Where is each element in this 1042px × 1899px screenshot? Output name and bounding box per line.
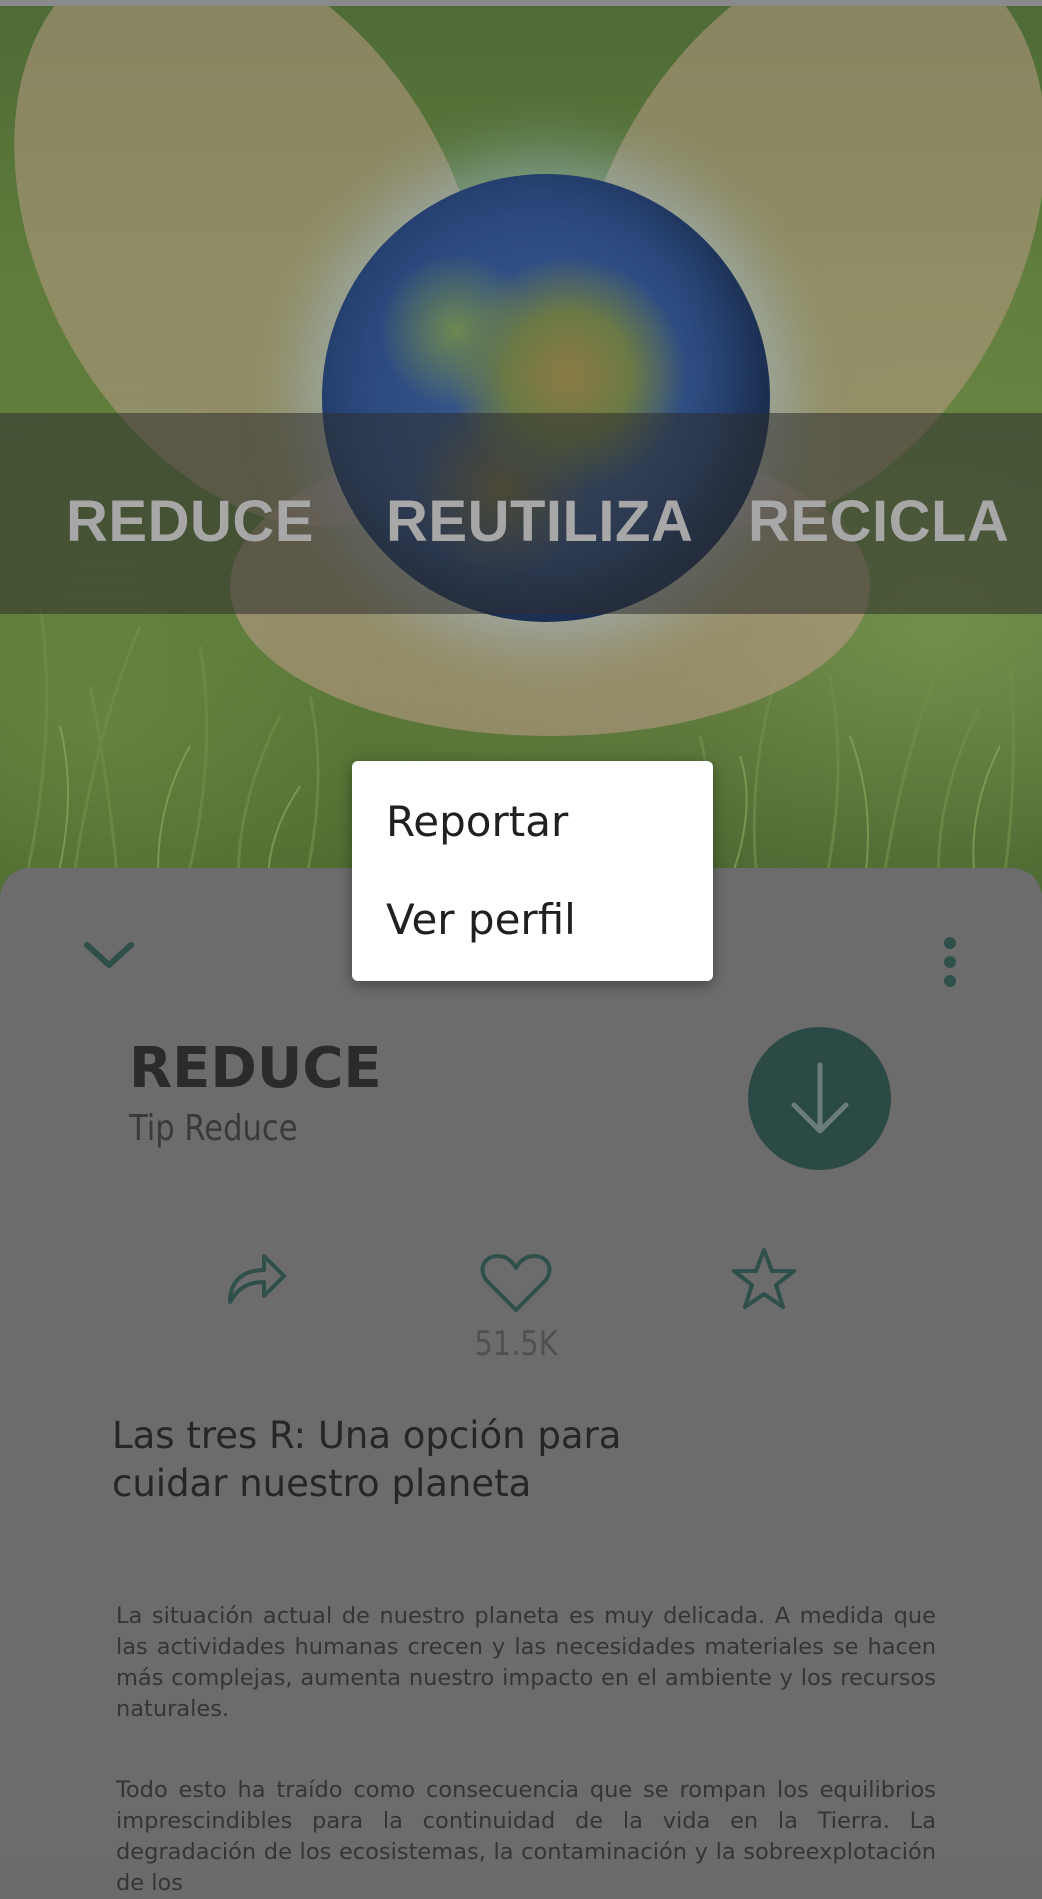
menu-item-ver-perfil[interactable]: Ver perfil xyxy=(352,871,713,967)
share-icon xyxy=(228,1254,286,1304)
menu-item-reportar[interactable]: Reportar xyxy=(352,773,713,869)
like-button[interactable] xyxy=(478,1250,554,1316)
tip-title: REDUCE xyxy=(129,1036,382,1101)
heart-icon xyxy=(480,1254,552,1312)
hero-word-reduce: REDUCE xyxy=(66,489,314,554)
arrow-down-icon xyxy=(791,1062,848,1133)
article-paragraph-1: La situación actual de nuestro planeta e… xyxy=(116,1603,936,1722)
hero-word-reutiliza: REUTILIZA xyxy=(386,489,694,554)
hero-word-recicla: RECICLA xyxy=(748,489,1010,554)
download-button[interactable] xyxy=(748,1027,891,1170)
collapse-button[interactable] xyxy=(78,934,140,978)
more-options-button[interactable] xyxy=(930,934,970,990)
like-count: 51.5K xyxy=(474,1324,558,1364)
overflow-menu: Reportar Ver perfil xyxy=(352,761,713,981)
share-button[interactable] xyxy=(222,1248,290,1308)
favorite-button[interactable] xyxy=(730,1246,798,1312)
chevron-down-icon xyxy=(84,942,134,968)
star-icon xyxy=(732,1248,796,1309)
article-headline: Las tres R: Una opción para cuidar nuest… xyxy=(112,1414,622,1505)
article-paragraph-2: Todo esto ha traído como consecuencia qu… xyxy=(116,1777,936,1896)
more-vertical-icon xyxy=(944,937,956,987)
tip-subtitle: Tip Reduce xyxy=(129,1108,298,1149)
